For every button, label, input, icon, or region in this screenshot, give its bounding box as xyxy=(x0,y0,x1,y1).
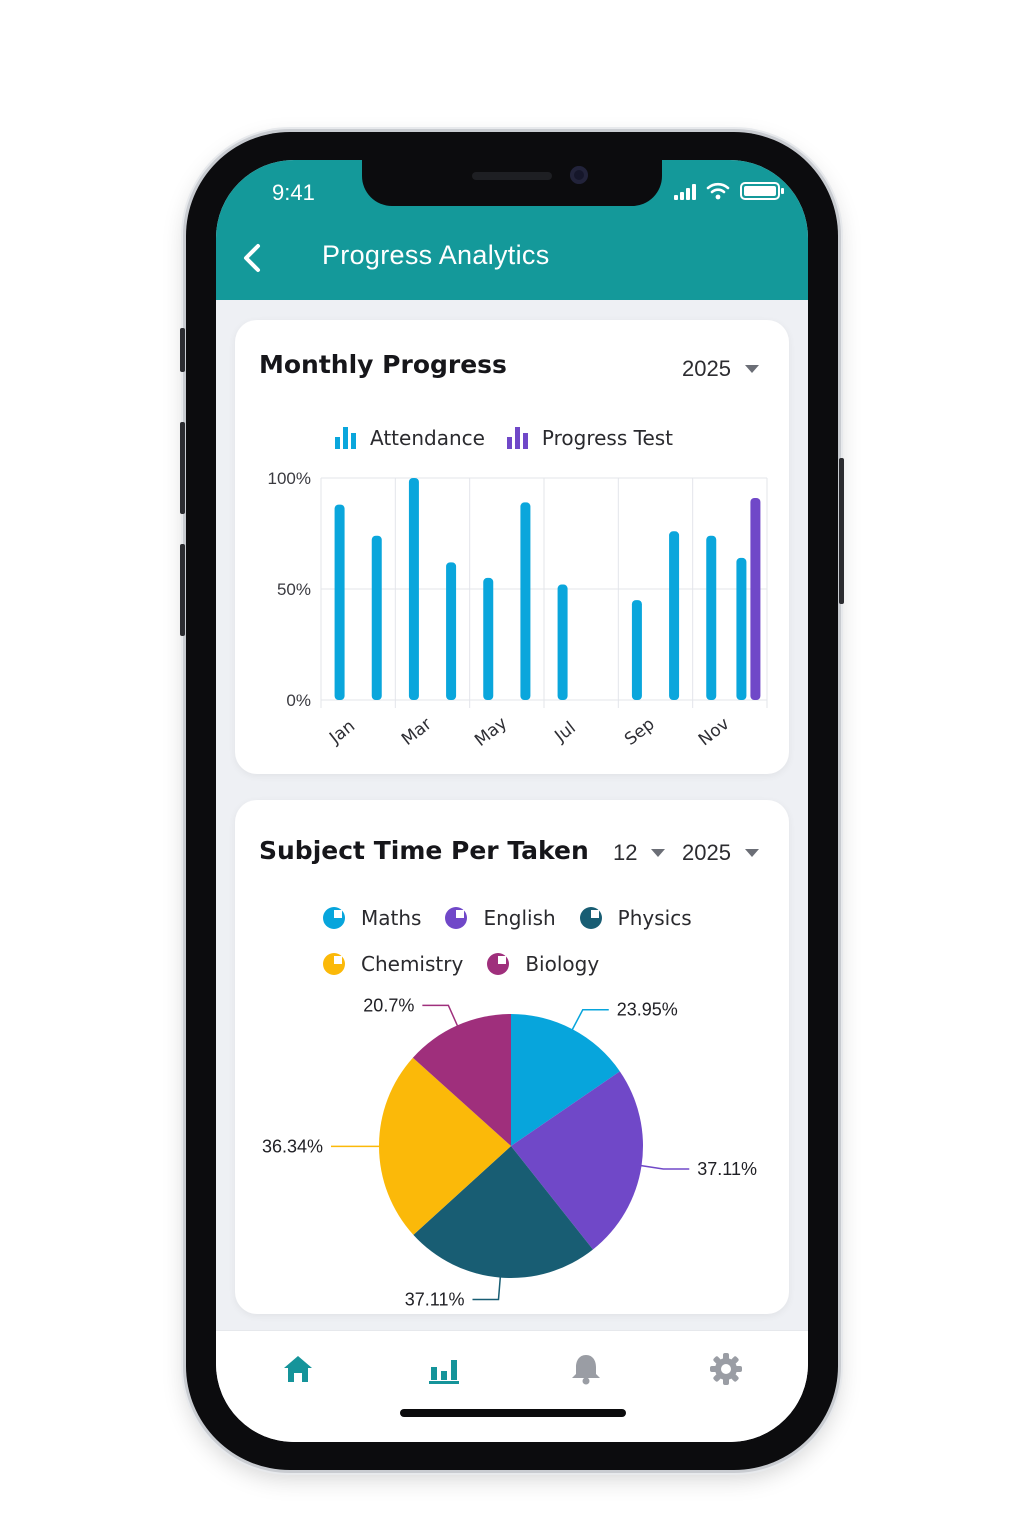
y-tick-label: 50% xyxy=(277,580,311,599)
bar-attendance-dec xyxy=(736,557,747,700)
monthly-bar-chart: 100% 50% 0% Jan Mar May Jul Sep Nov xyxy=(268,469,768,751)
pie-leader-line xyxy=(639,1164,690,1170)
bar-chart-icon[interactable] xyxy=(424,1349,464,1389)
x-tick-label: Jan xyxy=(325,716,359,749)
bottom-nav xyxy=(216,1330,808,1442)
bell-icon[interactable] xyxy=(566,1349,606,1389)
gear-icon[interactable] xyxy=(706,1349,746,1389)
subject-pie-chart: 23.95% 37.11% 37.11% 36.34% 20.7% xyxy=(262,995,757,1309)
volume-up-button xyxy=(180,422,185,514)
x-tick-label: Mar xyxy=(398,714,436,750)
bar-attendance-jul xyxy=(557,584,568,700)
monthly-progress-card: Monthly Progress 2025 Attendance Progres… xyxy=(235,320,789,774)
battery-icon xyxy=(740,182,784,200)
bar-progress-test-dec xyxy=(750,497,761,700)
wifi-icon xyxy=(706,182,730,200)
bar-attendance-jan xyxy=(334,504,345,700)
status-time: 9:41 xyxy=(272,180,315,205)
front-camera xyxy=(570,166,588,184)
notch xyxy=(362,160,662,206)
y-tick-label: 100% xyxy=(268,469,311,488)
pie-data-label: 37.11% xyxy=(405,1289,465,1309)
pie-data-label: 20.7% xyxy=(363,995,414,1015)
speaker xyxy=(472,172,552,180)
bar-attendance-oct xyxy=(669,531,680,700)
mute-switch xyxy=(180,328,185,372)
pie-data-label: 36.34% xyxy=(262,1136,323,1156)
bar-attendance-may xyxy=(483,577,494,700)
home-indicator xyxy=(400,1409,626,1417)
screen: 9:41 Progress Analytics Monthly Progress… xyxy=(216,160,808,1442)
bar-attendance-nov xyxy=(706,535,717,700)
pie-leader-line xyxy=(422,1004,459,1028)
pie-leader-line xyxy=(472,1275,502,1301)
y-tick-label: 0% xyxy=(286,691,311,710)
bar-attendance-mar xyxy=(408,478,419,700)
x-tick-label: May xyxy=(471,713,511,750)
bar-attendance-jun xyxy=(520,502,531,700)
home-icon[interactable] xyxy=(278,1349,318,1389)
x-tick-label: Nov xyxy=(695,714,733,750)
power-button xyxy=(839,458,844,604)
x-tick-label: Jul xyxy=(550,718,579,747)
status-icons xyxy=(674,182,784,200)
volume-down-button xyxy=(180,544,185,636)
phone-frame: 9:41 Progress Analytics Monthly Progress… xyxy=(180,132,844,1470)
bar-attendance-apr xyxy=(446,562,457,700)
bar-attendance-feb xyxy=(371,535,382,700)
pie-data-label: 37.11% xyxy=(697,1159,757,1179)
header-bar: 9:41 Progress Analytics xyxy=(216,160,808,300)
x-tick-label: Sep xyxy=(621,714,659,749)
subject-time-card: Subject Time Per Taken 12 2025 Maths Eng… xyxy=(235,800,789,1314)
pie-leader-line xyxy=(570,1008,609,1032)
back-button[interactable] xyxy=(238,238,270,278)
signal-icon xyxy=(674,184,696,200)
pie-data-label: 23.95% xyxy=(617,1000,678,1020)
bar-attendance-sep xyxy=(631,600,642,700)
page-title: Progress Analytics xyxy=(322,240,550,270)
